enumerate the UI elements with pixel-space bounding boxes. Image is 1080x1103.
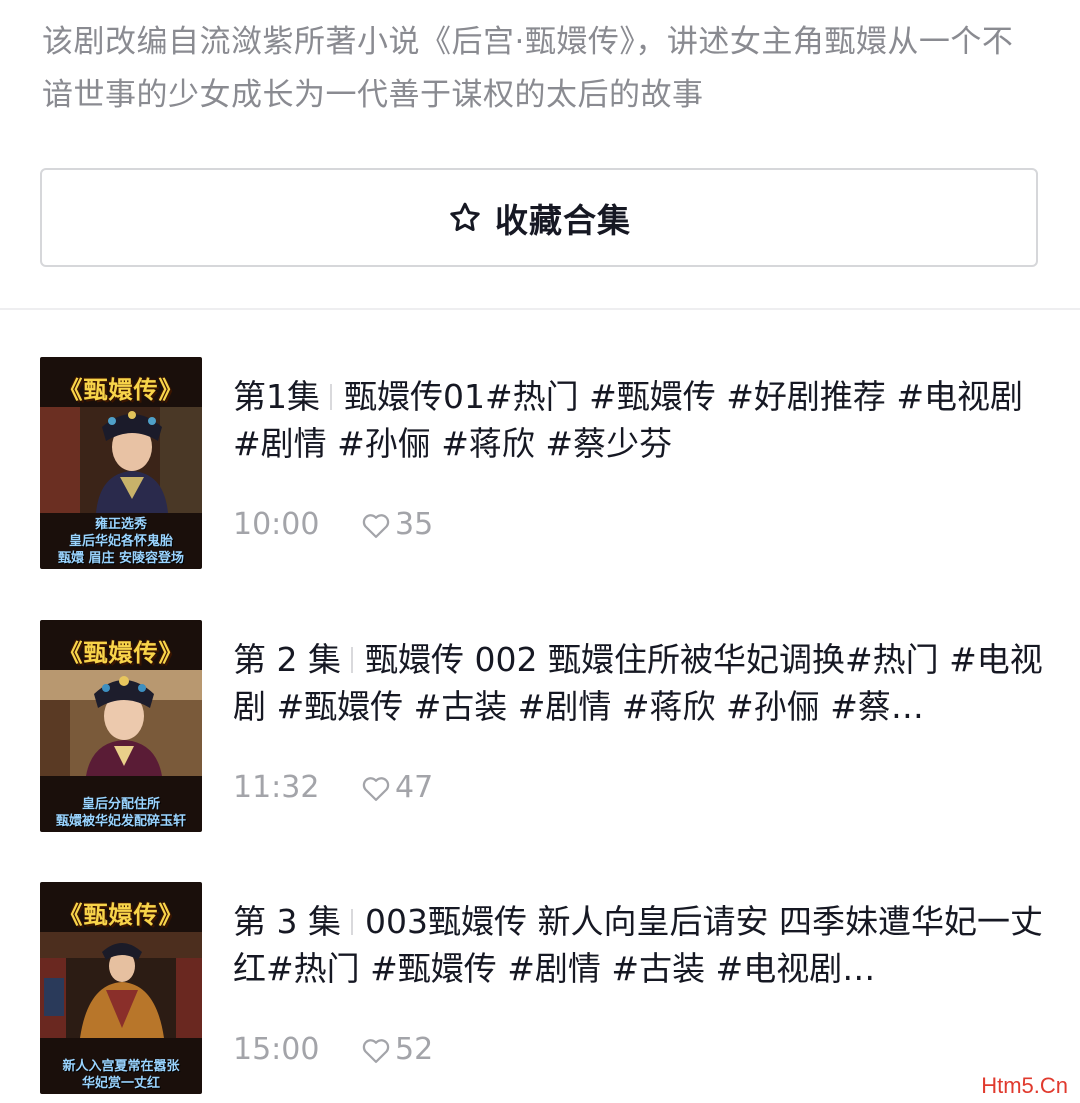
thumbnail-banner: 《甄嬛传》 [58,374,184,404]
collect-button-label: 收藏合集 [495,200,631,240]
thumbnail-banner: 《甄嬛传》 [58,637,184,667]
thumbnail-banner: 《甄嬛传》 [58,899,184,929]
star-icon [450,202,480,231]
episode-number: 第1集 [233,377,320,416]
collect-collection-button[interactable]: 收藏合集 [40,168,1038,267]
episode-thumbnail[interactable]: 《甄嬛传》 新人入宫夏常在嚣张 华妃赏一丈红 [40,882,202,1094]
episode-thumbnail[interactable]: 《甄嬛传》 皇后分配住所 甄嬛被华妃发配碎玉轩 [40,620,202,832]
episode-number: 第 2 集 [233,640,341,679]
title-separator [330,384,332,410]
like-count: 35 [395,507,434,542]
episode-duration: 11:32 [233,770,320,805]
episode-thumbnail[interactable]: 《甄嬛传》 雍正选秀 皇后华妃各怀鬼胎 甄嬛 眉庄 安陵容登场 [40,357,202,569]
heart-icon[interactable] [361,511,391,539]
episode-title-text: 甄嬛传 002 甄嬛住所被华妃调换#热门 #电视剧 #甄嬛传 #古装 #剧情 #… [233,640,1043,726]
episode-item[interactable]: 《甄嬛传》 皇后分配住所 甄嬛被华妃发配碎玉轩 第 2 集甄嬛传 002 甄嬛住… [40,620,1060,834]
episode-title[interactable]: 第1集 甄嬛传01#热门 #甄嬛传 #好剧推荐 #电视剧 #剧情 #孙俪 #蒋欣 … [233,373,1053,467]
thumbnail-caption: 新人入宫夏常在嚣张 华妃赏一丈红 [62,1059,180,1091]
section-divider [0,308,1080,310]
like-count: 47 [395,770,434,805]
thumbnail-caption: 皇后分配住所 甄嬛被华妃发配碎玉轩 [55,797,186,829]
episode-title-text: 甄嬛传01#热门 #甄嬛传 #好剧推荐 #电视剧 #剧情 #孙俪 #蒋欣 #蔡少… [233,377,1024,463]
title-separator [350,909,353,935]
episode-title-text: 003甄嬛传 新人向皇后请安 四季妹遭华妃一丈红#热门 #甄嬛传 #剧情 #古装… [233,902,1043,988]
episode-duration: 15:00 [233,1032,320,1067]
episode-duration: 10:00 [233,507,320,542]
scene-image [40,670,202,776]
series-description: 该剧改编自流潋紫所著小说《后宫·甄嬛传》，讲述女主角甄嬛从一个不谙世事的少女成长… [42,24,1014,113]
thumbnail-caption: 雍正选秀 皇后华妃各怀鬼胎 甄嬛 眉庄 安陵容登场 [57,517,185,566]
episode-title[interactable]: 第 2 集甄嬛传 002 甄嬛住所被华妃调换#热门 #电视剧 #甄嬛传 #古装 … [233,636,1053,730]
heart-icon[interactable] [361,774,391,802]
scene-image [40,407,202,513]
episode-title[interactable]: 第 3 集 003甄嬛传 新人向皇后请安 四季妹遭华妃一丈红#热门 #甄嬛传 #剧… [233,898,1053,992]
episode-number: 第 3 集 [233,902,341,941]
like-count: 52 [395,1032,434,1067]
scene-image [40,932,202,1038]
title-separator [350,647,353,673]
watermark: Htm5.Cn [981,1073,1068,1098]
episode-item[interactable]: 《甄嬛传》 新人入宫夏常在嚣张 华妃赏一丈红 第 3 集 003甄嬛传 新人向皇后… [40,882,1060,1096]
episode-item[interactable]: 《甄嬛传》 雍正选秀 皇后华妃各怀鬼胎 甄嬛 眉庄 安陵容登场 第1集 甄嬛传01… [40,357,1060,571]
heart-icon[interactable] [361,1036,391,1064]
